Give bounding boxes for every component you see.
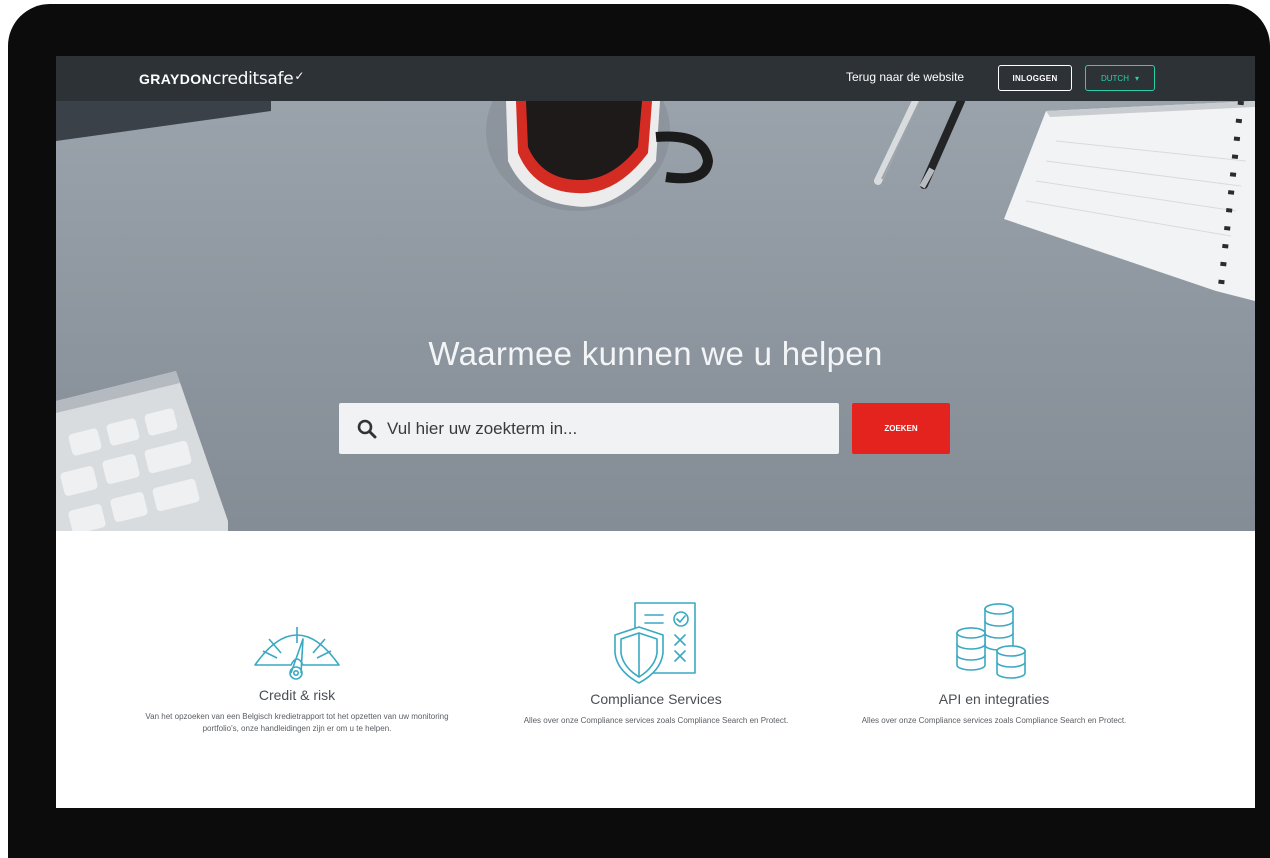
notebook-shape [1004, 101, 1255, 301]
graydon-creditsafe-logo[interactable]: GRAYDONcreditsafe✓ [139, 69, 304, 89]
login-button[interactable]: INLOGGEN [998, 65, 1072, 91]
search-icon [357, 419, 377, 438]
language-label: DUTCH [1100, 73, 1129, 83]
card-title: Credit & risk [258, 687, 336, 703]
pen-shape [874, 101, 920, 185]
help-categories: Credit & risk Van het opzoeken van een B… [56, 531, 1255, 808]
speedometer-icon [254, 627, 340, 680]
top-navigation-bar: GRAYDONcreditsafe✓ Terug naar de website… [56, 56, 1255, 101]
card-title: Compliance Services [590, 691, 722, 707]
logo-bold-text: GRAYDON [139, 71, 213, 87]
chevron-down-icon: ▾ [1134, 73, 1139, 83]
card-compliance-services[interactable]: Compliance Services Alles over onze Comp… [511, 602, 801, 727]
search-input[interactable] [387, 418, 827, 439]
browser-screen: GRAYDONcreditsafe✓ Terug naar de website… [56, 56, 1255, 808]
card-credit-risk[interactable]: Credit & risk Van het opzoeken van een B… [144, 623, 450, 735]
search-box[interactable] [339, 403, 839, 454]
back-to-website-link[interactable]: Terug naar de website [846, 70, 964, 84]
desk-background-illustration [56, 101, 1255, 531]
search-button[interactable]: ZOEKEN [852, 403, 950, 454]
database-stack-icon [956, 603, 1026, 679]
device-frame: GRAYDONcreditsafe✓ Terug naar de website… [8, 4, 1270, 858]
monitor-shape [56, 101, 271, 141]
hero-title: Waarmee kunnen we u helpen [428, 335, 883, 372]
hero-section: Waarmee kunnen we u helpen ZOEKEN [56, 101, 1255, 531]
card-title: API en integraties [938, 691, 1050, 707]
logo-check-icon: ✓ [294, 69, 305, 83]
card-api-integraties[interactable]: API en integraties Alles over onze Compl… [849, 603, 1139, 727]
shield-checklist-icon [614, 602, 696, 684]
card-description: Van het opzoeken van een Belgisch kredie… [145, 712, 449, 733]
card-description: Alles over onze Compliance services zoal… [861, 716, 1127, 725]
keyboard-shape [56, 371, 228, 531]
logo-light-text: creditsafe [212, 69, 294, 89]
card-description: Alles over onze Compliance services zoal… [523, 716, 789, 725]
coffee-cup-shape [486, 101, 714, 211]
language-dropdown[interactable]: DUTCH ▾ [1085, 65, 1155, 91]
